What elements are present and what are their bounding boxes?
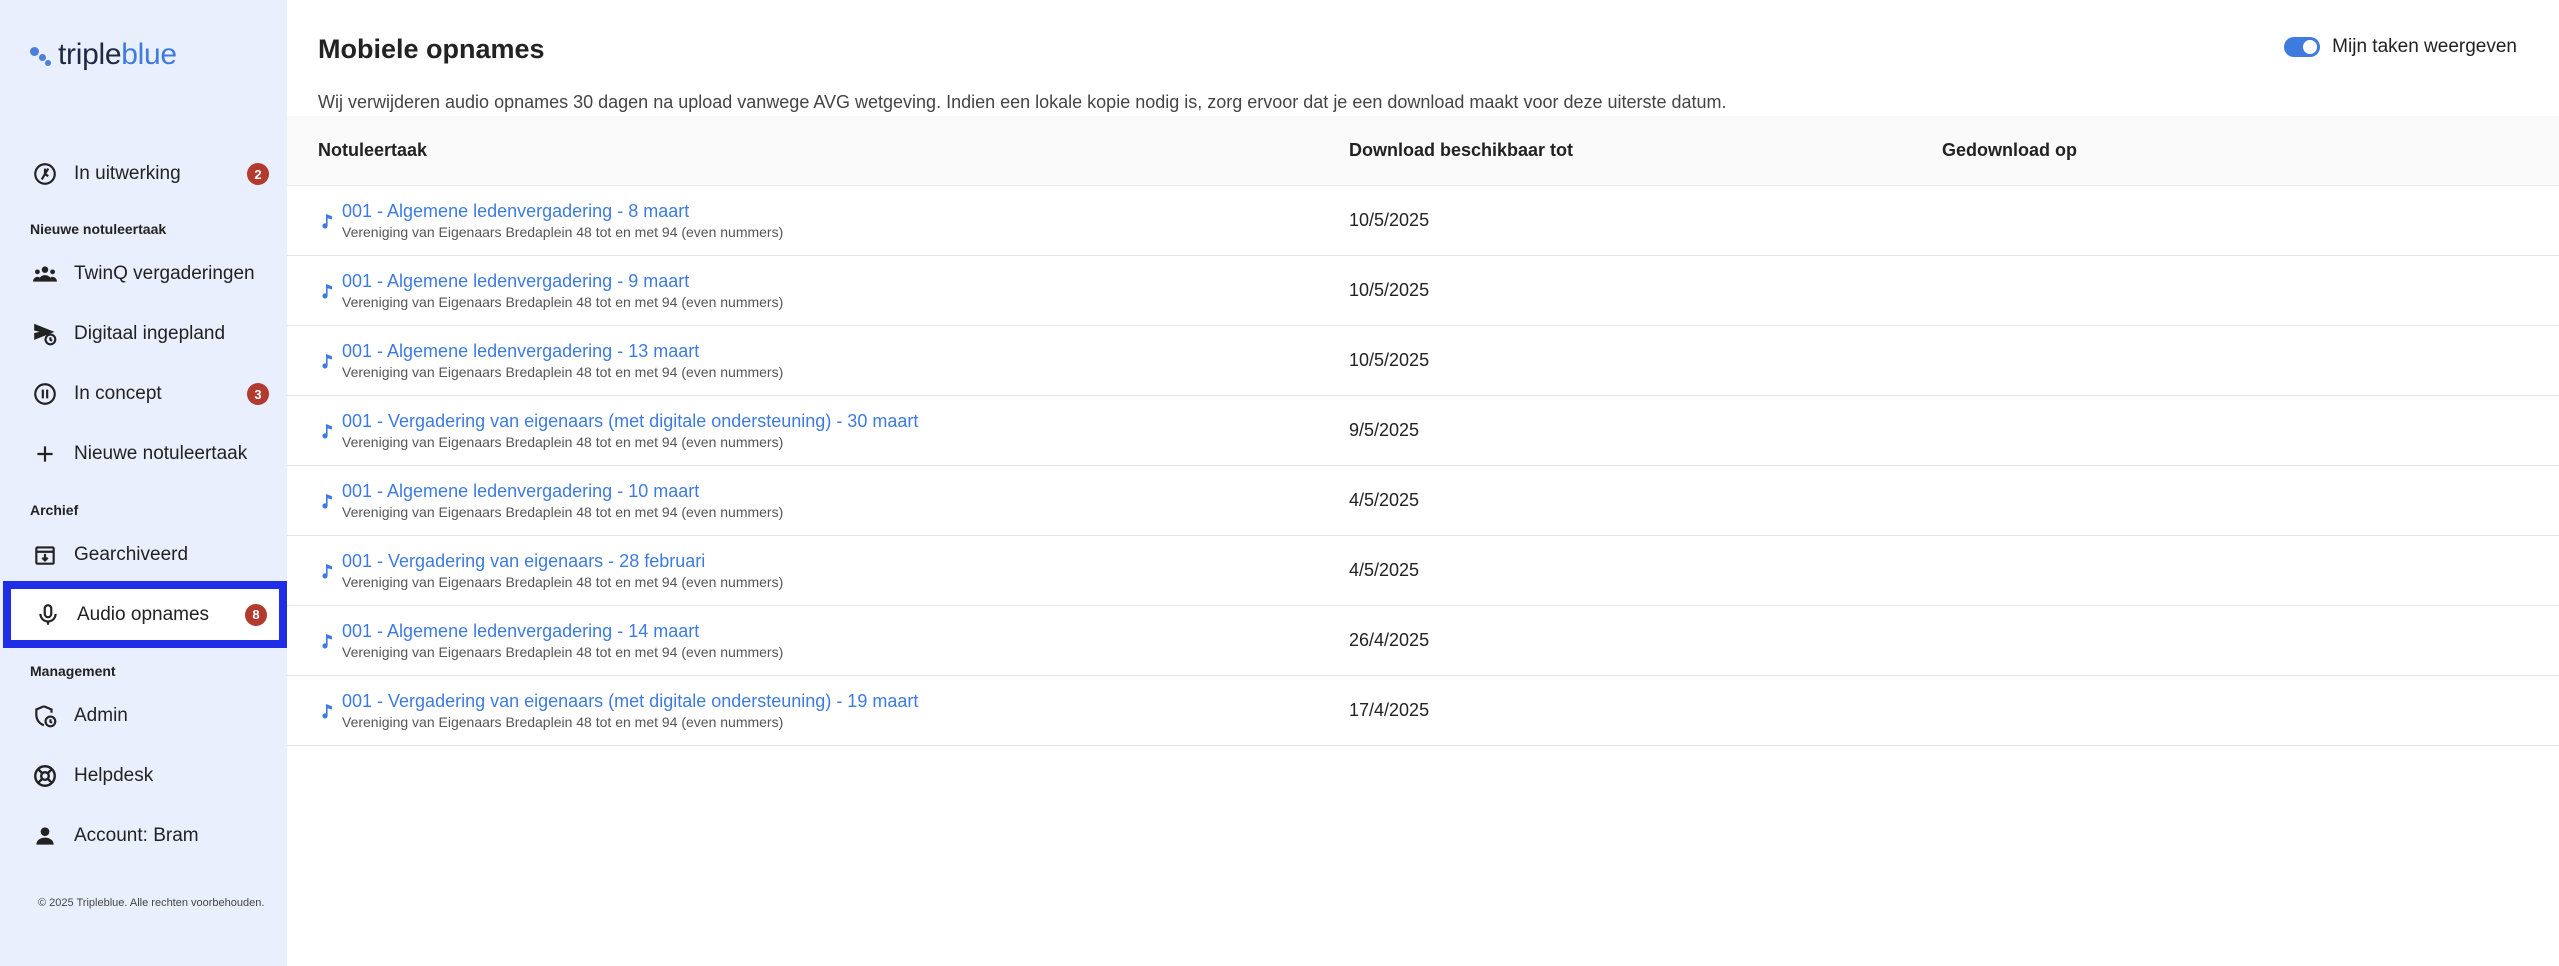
count-badge: 3	[247, 383, 269, 405]
logo-text-triple: triple	[58, 38, 122, 71]
group-icon	[30, 259, 60, 289]
sidebar-item-label: Nieuwe notuleertaak	[74, 443, 248, 464]
recording-title-link[interactable]: 001 - Algemene ledenvergadering - 9 maar…	[342, 271, 689, 292]
recording-subtitle: Vereniging van Eigenaars Bredaplein 48 t…	[342, 434, 784, 450]
sidebar-item-audio-opnames[interactable]: Audio opnames 8	[3, 581, 287, 648]
sidebar-item-label: In uitwerking	[74, 163, 181, 184]
recording-title-link[interactable]: 001 - Vergadering van eigenaars (met dig…	[342, 411, 918, 432]
sidebar-item-account[interactable]: Account: Bram	[0, 808, 287, 864]
recording-title-link[interactable]: 001 - Algemene ledenvergadering - 13 maa…	[342, 341, 699, 362]
sidebar-item-label: Gearchiveerd	[74, 544, 189, 565]
table-row[interactable]: 001 - Algemene ledenvergadering - 13 maa…	[287, 326, 2559, 396]
sidebar-item-in-uitwerking[interactable]: In uitwerking 2	[0, 146, 287, 202]
music-note-icon	[320, 353, 334, 369]
table-row[interactable]: 001 - Algemene ledenvergadering - 10 maa…	[287, 466, 2559, 536]
recording-subtitle: Vereniging van Eigenaars Bredaplein 48 t…	[342, 714, 784, 730]
main-content: Mobiele opnames Mijn taken weergeven Wij…	[287, 0, 2559, 966]
download-until-date: 10/5/2025	[1349, 350, 1430, 370]
column-header-downloaded-on[interactable]: Gedownload op	[1942, 140, 2077, 161]
music-note-icon	[320, 423, 334, 439]
download-until-date: 10/5/2025	[1349, 210, 1430, 230]
download-until-date: 9/5/2025	[1349, 420, 1420, 440]
sidebar-item-nieuwe-notuleertaak[interactable]: Nieuwe notuleertaak	[0, 426, 287, 482]
table-row[interactable]: 001 - Vergadering van eigenaars - 28 feb…	[287, 536, 2559, 606]
music-note-icon	[320, 283, 334, 299]
tripleblue-logo[interactable]: triple blue	[30, 38, 177, 72]
sidebar-item-admin[interactable]: Admin	[0, 688, 287, 744]
admin-shield-clock-icon	[30, 701, 60, 731]
recording-subtitle: Vereniging van Eigenaars Bredaplein 48 t…	[342, 224, 784, 240]
page-title: Mobiele opnames	[318, 34, 545, 64]
table-row[interactable]: 001 - Algemene ledenvergadering - 14 maa…	[287, 606, 2559, 676]
table-row[interactable]: 001 - Algemene ledenvergadering - 9 maar…	[287, 256, 2559, 326]
logo-text-blue: blue	[121, 38, 177, 71]
plus-icon	[30, 439, 60, 469]
sidebar-item-label: In concept	[74, 383, 162, 404]
sidebar-item-gearchiveerd[interactable]: Gearchiveerd	[0, 527, 287, 583]
recording-title-link[interactable]: 001 - Algemene ledenvergadering - 10 maa…	[342, 481, 699, 502]
table-row[interactable]: 001 - Vergadering van eigenaars (met dig…	[287, 676, 2559, 746]
recording-subtitle: Vereniging van Eigenaars Bredaplein 48 t…	[342, 364, 784, 380]
recording-subtitle: Vereniging van Eigenaars Bredaplein 48 t…	[342, 574, 784, 590]
table-row[interactable]: 001 - Vergadering van eigenaars (met dig…	[287, 396, 2559, 466]
toggle-switch[interactable]	[2284, 37, 2321, 57]
recording-subtitle: Vereniging van Eigenaars Bredaplein 48 t…	[342, 504, 784, 520]
section-label-new: Nieuwe notuleertaak	[30, 221, 167, 237]
column-header-notuleertaak[interactable]: Notuleertaak	[318, 140, 427, 161]
music-note-icon	[320, 493, 334, 509]
sidebar-item-label: Account: Bram	[74, 825, 199, 846]
section-label-archive: Archief	[30, 502, 79, 518]
sidebar-item-in-concept[interactable]: In concept 3	[0, 366, 287, 422]
sidebar: triple blue In uitwerking 2 Nieuwe notule…	[0, 0, 287, 966]
sidebar-item-label: TwinQ vergaderingen	[74, 263, 255, 284]
sidebar-item-label: Digitaal ingepland	[74, 323, 226, 344]
recording-title-link[interactable]: 001 - Algemene ledenvergadering - 14 maa…	[342, 621, 699, 642]
person-icon	[30, 821, 60, 851]
music-note-icon	[320, 563, 334, 579]
archive-box-icon	[30, 540, 60, 570]
recording-title-link[interactable]: 001 - Vergadering van eigenaars (met dig…	[342, 691, 918, 712]
retention-notice: Wij verwijderen audio opnames 30 dagen n…	[318, 92, 1727, 112]
microphone-icon	[33, 600, 63, 630]
sidebar-item-twinq[interactable]: TwinQ vergaderingen	[0, 246, 287, 302]
sidebar-item-label: Audio opnames	[77, 603, 210, 625]
download-until-date: 17/4/2025	[1349, 700, 1430, 720]
music-note-icon	[320, 213, 334, 229]
recording-title-link[interactable]: 001 - Vergadering van eigenaars - 28 feb…	[342, 551, 705, 572]
pause-circle-icon	[30, 379, 60, 409]
my-tasks-toggle[interactable]: Mijn taken weergeven	[2284, 36, 2517, 58]
recording-title-link[interactable]: 001 - Algemene ledenvergadering - 8 maar…	[342, 201, 689, 222]
sidebar-item-digitaal-ingepland[interactable]: Digitaal ingepland	[0, 306, 287, 362]
section-label-management: Management	[30, 663, 116, 679]
progress-clock-icon	[30, 159, 60, 189]
scheduled-send-icon	[30, 319, 60, 349]
table-header: Notuleertaak Download beschikbaar tot Ge…	[287, 116, 2559, 186]
download-until-date: 10/5/2025	[1349, 280, 1430, 300]
download-until-date: 26/4/2025	[1349, 630, 1430, 650]
table-row[interactable]: 001 - Algemene ledenvergadering - 8 maar…	[287, 186, 2559, 256]
toggle-label: Mijn taken weergeven	[2332, 36, 2517, 57]
sidebar-item-helpdesk[interactable]: Helpdesk	[0, 748, 287, 804]
recording-subtitle: Vereniging van Eigenaars Bredaplein 48 t…	[342, 294, 784, 310]
music-note-icon	[320, 633, 334, 649]
download-until-date: 4/5/2025	[1349, 490, 1420, 510]
lifebuoy-icon	[30, 761, 60, 791]
sidebar-item-label: Admin	[74, 705, 128, 726]
sidebar-item-label: Helpdesk	[74, 765, 154, 786]
recording-subtitle: Vereniging van Eigenaars Bredaplein 48 t…	[342, 644, 784, 660]
count-badge: 8	[245, 603, 267, 626]
music-note-icon	[320, 703, 334, 719]
logo-dots-icon	[30, 44, 52, 66]
copyright-text: © 2025 Tripleblue. Alle rechten voorbeho…	[38, 897, 265, 909]
download-until-date: 4/5/2025	[1349, 560, 1420, 580]
column-header-download-until[interactable]: Download beschikbaar tot	[1349, 140, 1573, 161]
count-badge: 2	[247, 163, 269, 185]
